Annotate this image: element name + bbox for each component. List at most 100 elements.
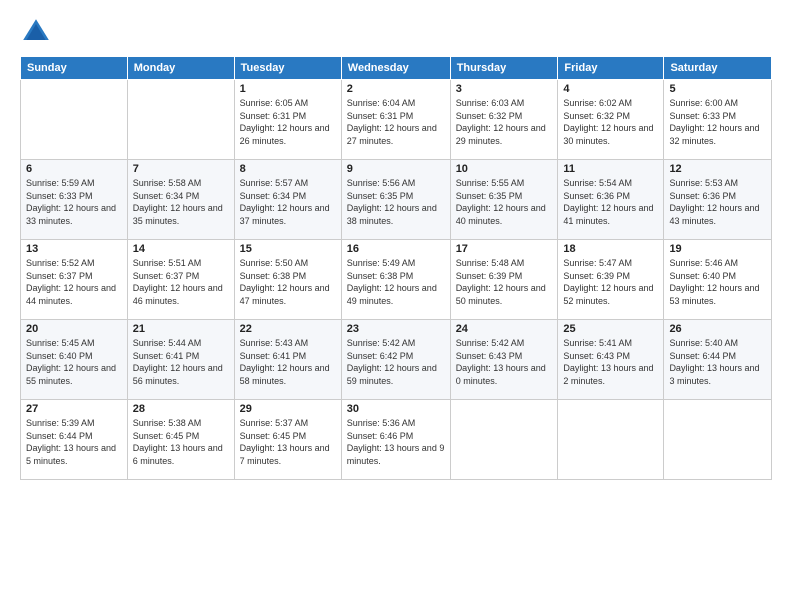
day-info: Sunrise: 6:00 AM Sunset: 6:33 PM Dayligh… (669, 97, 766, 147)
day-number: 5 (669, 83, 766, 95)
calendar-cell: 9Sunrise: 5:56 AM Sunset: 6:35 PM Daylig… (341, 160, 450, 240)
calendar-week-1: 1 Sunrise: 6:05 AM Sunset: 6:31 PM Daylig… (21, 80, 772, 160)
calendar-cell: 19 Sunrise: 5:46 AM Sunset: 6:40 PM Dayli… (664, 240, 772, 320)
day-number: 29 (240, 403, 336, 415)
calendar-cell: 8 Sunrise: 5:57 AM Sunset: 6:34 PM Daylig… (234, 160, 341, 240)
day-number: 24 (456, 323, 553, 335)
day-number: 27 (26, 403, 122, 415)
day-number: 30 (347, 403, 445, 415)
day-info: Sunrise: 6:05 AM Sunset: 6:31 PM Dayligh… (240, 97, 336, 147)
day-number: 17 (456, 243, 553, 255)
page: SundayMondayTuesdayWednesdayThursdayFrid… (0, 0, 792, 612)
day-info: Sunrise: 5:36 AM Sunset: 6:46 PM Dayligh… (347, 417, 445, 467)
calendar-cell: 1 Sunrise: 6:05 AM Sunset: 6:31 PM Daylig… (234, 80, 341, 160)
day-info: Sunrise: 5:46 AM Sunset: 6:40 PM Dayligh… (669, 257, 766, 307)
day-info: Sunrise: 5:53 AM Sunset: 6:36 PM Dayligh… (669, 177, 766, 227)
logo (20, 16, 56, 48)
header (20, 16, 772, 48)
calendar-cell: 18Sunrise: 5:47 AM Sunset: 6:39 PM Dayli… (558, 240, 664, 320)
day-number: 12 (669, 163, 766, 175)
calendar-cell (21, 80, 128, 160)
day-info: Sunrise: 5:49 AM Sunset: 6:38 PM Dayligh… (347, 257, 445, 307)
calendar-cell: 2Sunrise: 6:04 AM Sunset: 6:31 PM Daylig… (341, 80, 450, 160)
calendar-cell: 20 Sunrise: 5:45 AM Sunset: 6:40 PM Dayli… (21, 320, 128, 400)
calendar: SundayMondayTuesdayWednesdayThursdayFrid… (20, 56, 772, 480)
calendar-cell: 10Sunrise: 5:55 AM Sunset: 6:35 PM Dayli… (450, 160, 558, 240)
calendar-cell (127, 80, 234, 160)
day-info: Sunrise: 6:04 AM Sunset: 6:31 PM Dayligh… (347, 97, 445, 147)
day-number: 18 (563, 243, 658, 255)
day-number: 15 (240, 243, 336, 255)
calendar-cell: 13 Sunrise: 5:52 AM Sunset: 6:37 PM Dayli… (21, 240, 128, 320)
calendar-cell: 5 Sunrise: 6:00 AM Sunset: 6:33 PM Daylig… (664, 80, 772, 160)
calendar-cell: 29Sunrise: 5:37 AM Sunset: 6:45 PM Dayli… (234, 400, 341, 480)
calendar-cell: 28 Sunrise: 5:38 AM Sunset: 6:45 PM Dayli… (127, 400, 234, 480)
day-number: 16 (347, 243, 445, 255)
weekday-header-row: SundayMondayTuesdayWednesdayThursdayFrid… (21, 57, 772, 80)
calendar-cell: 30 Sunrise: 5:36 AM Sunset: 6:46 PM Dayli… (341, 400, 450, 480)
day-number: 19 (669, 243, 766, 255)
day-info: Sunrise: 5:51 AM Sunset: 6:37 PM Dayligh… (133, 257, 229, 307)
day-info: Sunrise: 5:55 AM Sunset: 6:35 PM Dayligh… (456, 177, 553, 227)
calendar-cell: 22 Sunrise: 5:43 AM Sunset: 6:41 PM Dayli… (234, 320, 341, 400)
day-info: Sunrise: 5:41 AM Sunset: 6:43 PM Dayligh… (563, 337, 658, 387)
day-number: 1 (240, 83, 336, 95)
day-info: Sunrise: 5:56 AM Sunset: 6:35 PM Dayligh… (347, 177, 445, 227)
day-number: 8 (240, 163, 336, 175)
weekday-header-tuesday: Tuesday (234, 57, 341, 80)
weekday-header-saturday: Saturday (664, 57, 772, 80)
calendar-cell: 17 Sunrise: 5:48 AM Sunset: 6:39 PM Dayli… (450, 240, 558, 320)
day-info: Sunrise: 5:39 AM Sunset: 6:44 PM Dayligh… (26, 417, 122, 467)
calendar-cell: 4 Sunrise: 6:02 AM Sunset: 6:32 PM Daylig… (558, 80, 664, 160)
calendar-cell (664, 400, 772, 480)
day-info: Sunrise: 5:48 AM Sunset: 6:39 PM Dayligh… (456, 257, 553, 307)
weekday-header-wednesday: Wednesday (341, 57, 450, 80)
calendar-cell: 23 Sunrise: 5:42 AM Sunset: 6:42 PM Dayli… (341, 320, 450, 400)
day-number: 21 (133, 323, 229, 335)
calendar-cell: 15 Sunrise: 5:50 AM Sunset: 6:38 PM Dayli… (234, 240, 341, 320)
day-number: 6 (26, 163, 122, 175)
calendar-cell: 24Sunrise: 5:42 AM Sunset: 6:43 PM Dayli… (450, 320, 558, 400)
calendar-week-4: 20 Sunrise: 5:45 AM Sunset: 6:40 PM Dayli… (21, 320, 772, 400)
weekday-header-monday: Monday (127, 57, 234, 80)
calendar-cell: 11Sunrise: 5:54 AM Sunset: 6:36 PM Dayli… (558, 160, 664, 240)
day-info: Sunrise: 5:59 AM Sunset: 6:33 PM Dayligh… (26, 177, 122, 227)
day-info: Sunrise: 5:40 AM Sunset: 6:44 PM Dayligh… (669, 337, 766, 387)
calendar-cell (450, 400, 558, 480)
day-info: Sunrise: 5:54 AM Sunset: 6:36 PM Dayligh… (563, 177, 658, 227)
day-info: Sunrise: 5:43 AM Sunset: 6:41 PM Dayligh… (240, 337, 336, 387)
calendar-cell: 21 Sunrise: 5:44 AM Sunset: 6:41 PM Dayli… (127, 320, 234, 400)
day-info: Sunrise: 5:57 AM Sunset: 6:34 PM Dayligh… (240, 177, 336, 227)
calendar-cell: 26 Sunrise: 5:40 AM Sunset: 6:44 PM Dayli… (664, 320, 772, 400)
day-info: Sunrise: 5:44 AM Sunset: 6:41 PM Dayligh… (133, 337, 229, 387)
day-info: Sunrise: 5:42 AM Sunset: 6:42 PM Dayligh… (347, 337, 445, 387)
day-info: Sunrise: 6:02 AM Sunset: 6:32 PM Dayligh… (563, 97, 658, 147)
day-number: 23 (347, 323, 445, 335)
day-info: Sunrise: 5:50 AM Sunset: 6:38 PM Dayligh… (240, 257, 336, 307)
day-info: Sunrise: 6:03 AM Sunset: 6:32 PM Dayligh… (456, 97, 553, 147)
day-number: 22 (240, 323, 336, 335)
day-number: 4 (563, 83, 658, 95)
day-number: 26 (669, 323, 766, 335)
calendar-week-3: 13 Sunrise: 5:52 AM Sunset: 6:37 PM Dayli… (21, 240, 772, 320)
day-number: 13 (26, 243, 122, 255)
day-number: 20 (26, 323, 122, 335)
calendar-cell: 6 Sunrise: 5:59 AM Sunset: 6:33 PM Daylig… (21, 160, 128, 240)
calendar-cell: 3 Sunrise: 6:03 AM Sunset: 6:32 PM Daylig… (450, 80, 558, 160)
weekday-header-sunday: Sunday (21, 57, 128, 80)
day-number: 25 (563, 323, 658, 335)
calendar-week-2: 6 Sunrise: 5:59 AM Sunset: 6:33 PM Daylig… (21, 160, 772, 240)
calendar-cell: 16 Sunrise: 5:49 AM Sunset: 6:38 PM Dayli… (341, 240, 450, 320)
logo-icon (20, 16, 52, 48)
calendar-week-5: 27 Sunrise: 5:39 AM Sunset: 6:44 PM Dayli… (21, 400, 772, 480)
calendar-cell: 12 Sunrise: 5:53 AM Sunset: 6:36 PM Dayli… (664, 160, 772, 240)
day-number: 3 (456, 83, 553, 95)
calendar-cell: 14Sunrise: 5:51 AM Sunset: 6:37 PM Dayli… (127, 240, 234, 320)
day-number: 28 (133, 403, 229, 415)
weekday-header-friday: Friday (558, 57, 664, 80)
day-info: Sunrise: 5:52 AM Sunset: 6:37 PM Dayligh… (26, 257, 122, 307)
day-info: Sunrise: 5:45 AM Sunset: 6:40 PM Dayligh… (26, 337, 122, 387)
day-info: Sunrise: 5:38 AM Sunset: 6:45 PM Dayligh… (133, 417, 229, 467)
calendar-cell: 27 Sunrise: 5:39 AM Sunset: 6:44 PM Dayli… (21, 400, 128, 480)
calendar-cell (558, 400, 664, 480)
